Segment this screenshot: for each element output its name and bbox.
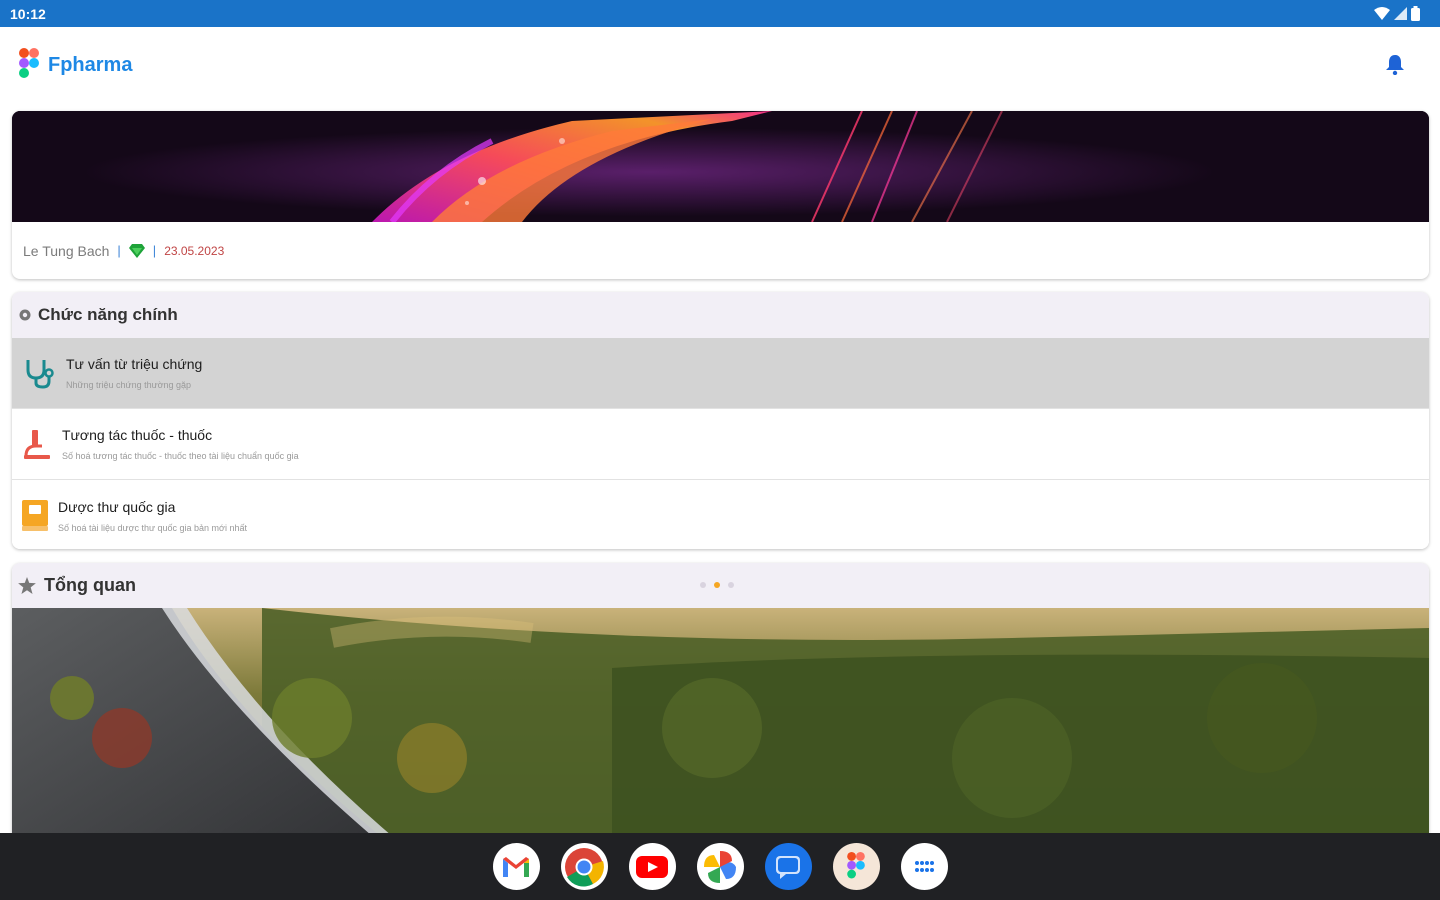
status-icons (1374, 6, 1420, 21)
feature-subtitle: Số hoá tương tác thuốc - thuốc theo tài … (62, 451, 299, 461)
battery-icon (1411, 6, 1420, 21)
photos-icon[interactable] (696, 843, 744, 890)
book-icon (22, 499, 48, 531)
overview-card: Tổng quan (12, 563, 1429, 853)
overview-title: Tổng quan (44, 575, 136, 595)
features-title: Chức năng chính (38, 305, 178, 324)
carousel-dot-active[interactable] (714, 582, 720, 588)
feature-item-national-formulary[interactable]: Dược thư quốc gia Số hoá tài liệu dược t… (12, 480, 1429, 549)
features-section-header: Chức năng chính (12, 292, 1429, 338)
app-bar: Fpharma (0, 27, 1440, 103)
app-drawer-icon[interactable] (900, 843, 948, 890)
app-title: Fpharma (48, 53, 133, 76)
wifi-icon (1374, 7, 1390, 20)
separator: | (117, 243, 121, 258)
brand[interactable]: Fpharma (18, 48, 132, 82)
carousel-dot[interactable] (728, 582, 734, 588)
gmail-icon[interactable] (492, 843, 540, 890)
profile-date: 23.05.2023 (164, 243, 225, 258)
youtube-icon[interactable] (628, 843, 676, 890)
star-icon (18, 577, 36, 594)
profile-banner-image (12, 111, 1429, 222)
fpharma-logo-icon (19, 48, 39, 78)
chrome-icon[interactable] (560, 843, 608, 890)
feature-texts: Tương tác thuốc - thuốc Số hoá tương tác… (62, 427, 299, 461)
features-card: Chức năng chính Tư vấn từ triệu chứng Nh… (12, 292, 1429, 549)
overview-banner-image[interactable] (12, 608, 1429, 853)
feature-subtitle: Số hoá tài liệu dược thư quốc gia bản mớ… (58, 522, 247, 533)
fpharma-icon[interactable] (832, 843, 880, 890)
overview-section-header: Tổng quan (12, 563, 1429, 608)
microscope-icon (24, 430, 50, 459)
gear-icon (19, 309, 31, 321)
feature-texts: Tư vấn từ triệu chứng Những triệu chứng … (66, 356, 202, 390)
feature-title: Tương tác thuốc - thuốc (62, 427, 213, 443)
feature-item-drug-interaction[interactable]: Tương tác thuốc - thuốc Số hoá tương tác… (12, 409, 1429, 480)
profile-info: Le Tung Bach | | 23.05.2023 (12, 222, 1429, 279)
feature-item-symptom-consult[interactable]: Tư vấn từ triệu chứng Những triệu chứng … (12, 338, 1429, 409)
separator: | (152, 243, 157, 258)
status-bar: 10:12 (0, 0, 1440, 27)
status-time: 10:12 (10, 5, 46, 22)
feature-subtitle: Những triệu chứng thường gặp (66, 380, 192, 390)
stethoscope-icon (26, 360, 54, 389)
bell-icon[interactable] (1386, 55, 1404, 75)
carousel-dot[interactable] (700, 582, 706, 588)
signal-icon (1394, 7, 1407, 20)
feature-texts: Dược thư quốc gia Số hoá tài liệu dược t… (58, 499, 247, 533)
user-name: Le Tung Bach (23, 242, 110, 259)
messages-icon[interactable] (764, 843, 812, 890)
carousel-indicator[interactable] (700, 582, 734, 588)
diamond-badge-icon (128, 243, 145, 258)
feature-title: Dược thư quốc gia (58, 498, 176, 515)
profile-card: Le Tung Bach | | 23.05.2023 (12, 111, 1429, 279)
feature-title: Tư vấn từ triệu chứng (66, 356, 203, 372)
taskbar (0, 833, 1440, 900)
